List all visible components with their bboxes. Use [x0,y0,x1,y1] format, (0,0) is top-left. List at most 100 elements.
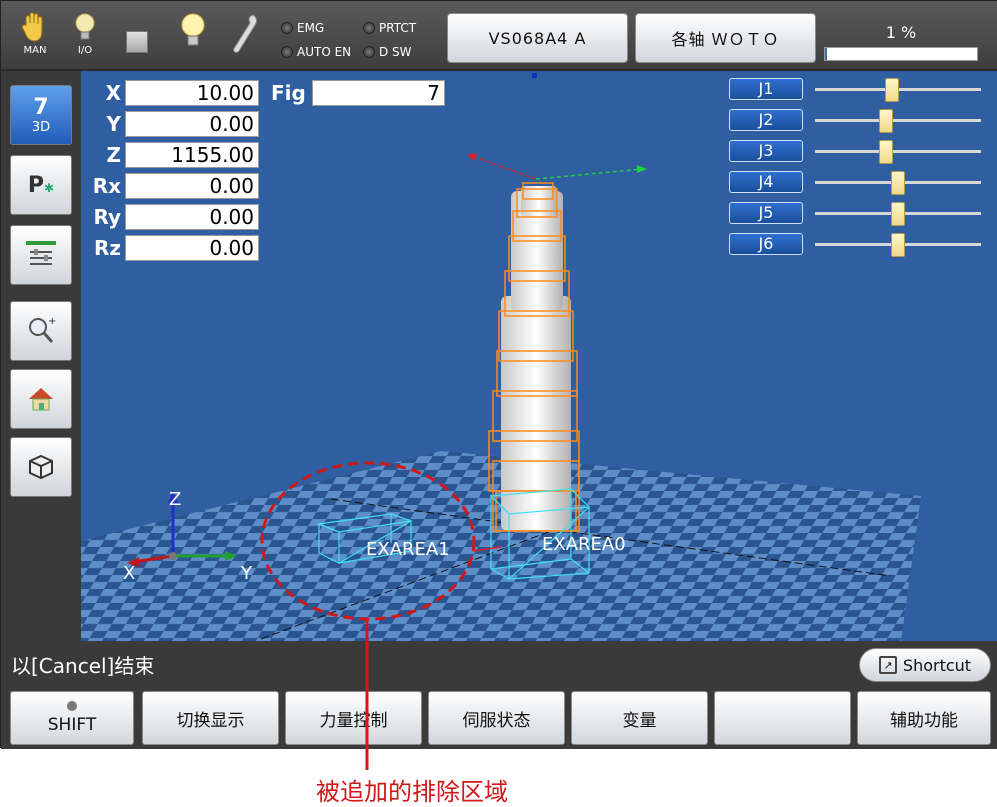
wrench-icon[interactable] [225,11,265,65]
joint-row-j4: J4 [729,171,981,195]
p-star-icon: P✱ [27,172,55,198]
emg-label: EMG [297,21,325,35]
coord-value-x[interactable]: 10.00 [125,80,259,106]
fkey-switch-display[interactable]: 切换显示 [142,691,279,745]
magnifier-plus-icon: + [29,316,56,343]
sidebar-item-home[interactable] [10,369,72,429]
shortcut-arrow-icon: ↗ [878,656,897,674]
sidebar-item-zoom-search[interactable]: + [10,301,72,361]
auto-en-dot [281,46,293,58]
stop-square-icon[interactable] [117,11,157,65]
joint-button-j3[interactable]: J3 [729,140,803,162]
joint-button-j6[interactable]: J6 [729,233,803,255]
io-bulb-icon[interactable]: I/O [65,11,105,65]
d-sw-dot [363,46,375,58]
world-z-label: Z [169,489,181,510]
joint-row-j1: J1 [729,78,981,102]
joint-thumb-j5[interactable] [891,202,905,226]
speed-progress-bar[interactable] [824,47,978,61]
fkey-force-control-label: 力量控制 [319,710,388,731]
sidebar-item-3d-label: 3D [31,120,51,135]
top-toolbar: MAN I/O EMG PRTCT AUTO EN D SW VS068A4 A… [1,1,997,71]
world-x-label: X [123,563,135,584]
fkey-empty[interactable] [714,691,851,745]
d-sw-label: D SW [379,45,412,59]
box-icon [29,454,53,480]
shortcut-button[interactable]: ↗ Shortcut [859,648,991,682]
shift-led-icon [67,701,77,711]
auto-en-label: AUTO EN [297,45,352,59]
coord-value-rz[interactable]: 0.00 [125,235,259,261]
d-sw-lamp: D SW [363,45,412,59]
coord-label-rz: Rz [93,236,121,260]
joint-thumb-j2[interactable] [878,109,893,133]
coord-value-ry[interactable]: 0.00 [125,204,259,230]
app-window: MAN I/O EMG PRTCT AUTO EN D SW VS068A4 A… [0,0,997,749]
hand-label: MAN [23,45,47,56]
fkey-servo-status-label: 伺服状态 [462,710,531,731]
sidebar-item-position-add[interactable]: P✱ [10,155,72,215]
speed-percent-label: 1 % [885,23,917,42]
hand-glyph [21,12,43,42]
fkey-shift-label: SHIFT [47,715,97,735]
status-bar: 以[Cancel]结束 ↗ Shortcut [1,641,997,687]
callout-annotation: 被追加的排除区域 [316,778,508,806]
exarea1-label: EXAREA1 [366,539,450,560]
joint-button-j1[interactable]: J1 [729,78,803,100]
coord-row-ry: Ry 0.00 [91,204,259,230]
joint-button-j2[interactable]: J2 [729,109,803,131]
stop-square-glyph [126,31,148,53]
fkey-servo-status[interactable]: 伺服状态 [428,691,565,745]
joint-thumb-j1[interactable] [884,78,899,102]
joint-row-j6: J6 [729,233,981,257]
wrench-glyph [233,14,258,53]
joint-thumb-j4[interactable] [891,171,905,195]
sidebar-item-box-view[interactable] [10,437,72,497]
prtct-dot [363,22,375,34]
coord-label-rx: Rx [92,174,121,198]
emg-lamp: EMG [281,21,324,35]
sidebar-item-settings-panel[interactable] [10,225,72,285]
fkey-aux-functions-label: 辅助功能 [890,710,958,731]
joint-thumb-j6[interactable] [891,233,905,257]
coord-value-y[interactable]: 0.00 [125,111,259,137]
left-sidebar: 7 3D P✱ + [1,71,81,641]
speed-progress-fill [825,48,827,60]
joint-button-j5[interactable]: J5 [729,202,803,224]
status-message: 以[Cancel]结束 [11,654,155,678]
robot-model-button[interactable]: VS068A4 A [447,13,628,63]
world-y-label: Y [240,563,253,584]
sliders-icon [26,241,56,265]
sidebar-item-3d-view[interactable]: 7 3D [10,85,72,145]
jog-mode-button[interactable]: 各轴 ＷＯＴＯ [635,13,816,63]
home-icon [29,388,53,411]
coord-row-rx: Rx 0.00 [91,173,259,199]
auto-en-lamp: AUTO EN [281,45,351,59]
coord-label-ry: Ry [93,205,121,229]
coord-label-x: X [105,81,121,105]
joint-button-j4[interactable]: J4 [729,171,803,193]
coord-label-z: Z [106,143,121,167]
fkey-force-control[interactable]: 力量控制 [285,691,422,745]
coord-label-y: Y [106,112,121,136]
top-marker [532,73,537,78]
light-bulb-glyph [181,13,205,46]
joint-track-j2[interactable] [815,119,981,122]
fkey-aux-functions[interactable]: 辅助功能 [857,691,991,745]
hand-icon[interactable]: MAN [15,11,55,65]
fkey-variables[interactable]: 变量 [571,691,708,745]
coord-row-z: Z 1155.00 [91,142,259,168]
prtct-label: PRTCT [379,21,417,35]
coord-value-z[interactable]: 1155.00 [125,142,259,168]
joint-row-j5: J5 [729,202,981,226]
fig-value[interactable]: 7 [312,80,445,106]
fkey-shift[interactable]: SHIFT [10,691,134,745]
joint-row-j2: J2 [729,109,981,133]
3d-viewport[interactable]: EXAREA1 EXAREA0 Z X Y X 10.00 Y 0.00 Z 1… [81,71,997,641]
joint-row-j3: J3 [729,140,981,164]
coord-value-rx[interactable]: 0.00 [125,173,259,199]
light-bulb-icon[interactable] [173,11,213,65]
fkey-switch-display-label: 切换显示 [176,710,245,731]
joint-thumb-j3[interactable] [878,140,893,164]
joint-track-j3[interactable] [815,150,981,153]
